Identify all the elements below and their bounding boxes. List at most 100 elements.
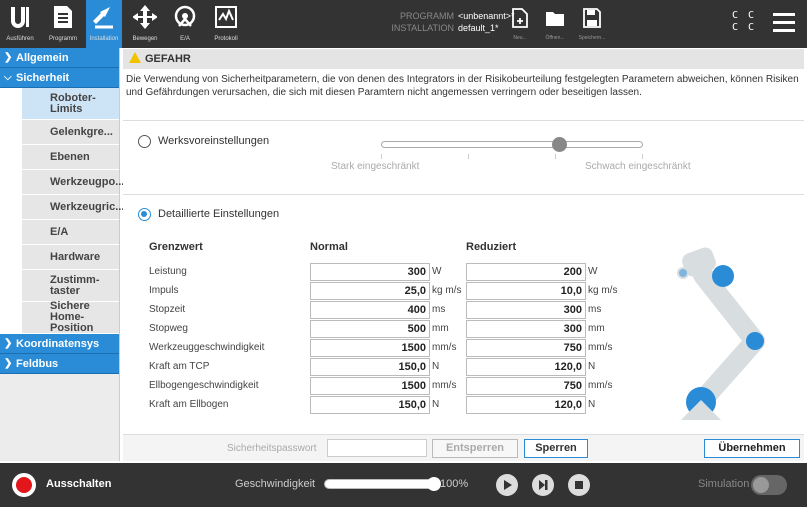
tab-run-label: Ausführen [6, 36, 34, 42]
normal-value-field[interactable]: 300 [310, 263, 430, 281]
sidebar: ❯ Allgemein ⌵ Sicherheit Roboter- Limits G… [0, 48, 124, 461]
power-off-button[interactable] [12, 473, 36, 497]
normal-value-field[interactable]: 1500 [310, 339, 430, 357]
tool-move[interactable]: Bewegen [128, 0, 162, 48]
sidebar-item-enabling-device[interactable]: Zustimm- taster [0, 270, 119, 302]
new-file-icon [512, 8, 528, 28]
tab-installation-label: Installation [89, 36, 119, 42]
sidebar-item-tool-direction[interactable]: Werkzeugric... [0, 195, 124, 220]
tool-io[interactable]: E/A [168, 0, 202, 48]
installation-name: default_1* [458, 23, 499, 33]
limit-label: Stopzeit [149, 304, 186, 315]
chevron-right-icon: ❯ [4, 338, 13, 349]
play-button[interactable] [496, 474, 518, 496]
slider-tick [642, 154, 643, 159]
tab-program-label: Programm [48, 36, 77, 42]
sidebar-item-label: Roboter- Limits [50, 91, 96, 115]
slider-tick [468, 154, 469, 159]
reduced-value-field[interactable]: 10,0 [466, 282, 586, 300]
factory-presets-radio[interactable] [138, 135, 151, 148]
open-button[interactable]: Öffnen... [535, 4, 575, 44]
normal-value-field[interactable]: 25,0 [310, 282, 430, 300]
apply-button[interactable]: Übernehmen [704, 439, 800, 458]
cc-line-1: C C [732, 10, 757, 21]
stop-button[interactable] [568, 474, 590, 496]
cc-line-2: C C [732, 22, 757, 33]
simulation-toggle[interactable] [751, 475, 787, 495]
open-folder-icon [546, 12, 564, 26]
warning-header: GEFAHR [123, 49, 804, 69]
sidebar-section-safety[interactable]: ⌵ Sicherheit [0, 68, 119, 88]
reduced-value-field[interactable]: 300 [466, 301, 586, 319]
normal-unit: N [432, 399, 440, 410]
column-header-limit: Grenzwert [149, 241, 203, 253]
normal-unit: mm/s [432, 380, 457, 391]
save-label: Speichern... [578, 35, 606, 41]
sidebar-item-io[interactable]: E/A [0, 220, 119, 245]
tool-io-label: E/A [180, 36, 190, 42]
reduced-value-field[interactable]: 300 [466, 320, 586, 338]
normal-value-field[interactable]: 150,0 [310, 396, 430, 414]
reduced-unit: W [588, 266, 598, 277]
tab-installation[interactable]: Installation [86, 0, 122, 48]
sidebar-item-label: Sichere Home-Position [50, 300, 94, 334]
sidebar-item-label: Werkzeugric... [50, 200, 125, 213]
sidebar-item-label: Hardware [50, 250, 101, 263]
reduced-value-field[interactable]: 750 [466, 377, 586, 395]
limit-label: Ellbogengeschwindigkeit [149, 380, 259, 391]
limit-label: Impuls [149, 285, 179, 296]
reduced-value-field[interactable]: 200 [466, 263, 586, 281]
reduced-unit: mm/s [588, 380, 613, 391]
control-mode-indicator: C C C C [732, 10, 756, 34]
safety-password-input[interactable] [327, 439, 427, 457]
sidebar-item-safe-home[interactable]: Sichere Home-Position [0, 300, 119, 334]
action-row: Sicherheitspasswort Entsperren Sperren Ü… [123, 434, 804, 461]
sidebar-item-hardware[interactable]: Hardware [0, 245, 119, 270]
restriction-slider-track[interactable] [381, 141, 643, 148]
speed-value: 100% [440, 478, 469, 490]
slider-min-label: Stark eingeschränkt [331, 161, 420, 172]
sidebar-item-planes[interactable]: Ebenen [0, 145, 119, 170]
step-button[interactable] [532, 474, 554, 496]
reduced-value-field[interactable]: 750 [466, 339, 586, 357]
reduced-value-field[interactable]: 120,0 [466, 396, 586, 414]
detailed-settings-label: Detaillierte Einstellungen [158, 208, 280, 220]
normal-value-field[interactable]: 1500 [310, 377, 430, 395]
reduced-value-field[interactable]: 120,0 [466, 358, 586, 376]
io-icon [174, 5, 196, 27]
unlock-button[interactable]: Entsperren [432, 439, 518, 458]
normal-value-field[interactable]: 150,0 [310, 358, 430, 376]
sidebar-section-coordinate-systems[interactable]: ❯ Koordinatensys [0, 334, 119, 354]
normal-value-field[interactable]: 400 [310, 301, 430, 319]
lock-button[interactable]: Sperren [524, 439, 588, 458]
tool-log[interactable]: Protokoll [206, 0, 246, 48]
speed-slider-handle[interactable] [427, 477, 441, 491]
limit-label: Stopweg [149, 323, 188, 334]
sidebar-item-label: E/A [50, 225, 69, 238]
sidebar-section-general[interactable]: ❯ Allgemein [0, 48, 119, 68]
detailed-settings-radio[interactable] [138, 208, 151, 221]
save-button[interactable]: Speichern... [572, 4, 612, 44]
tab-run[interactable]: Ausführen [0, 0, 40, 48]
sidebar-item-tool-position[interactable]: Werkzeugpo... [0, 170, 124, 195]
factory-presets-panel: Werksvoreinstellungen Stark eingeschränk… [123, 120, 804, 190]
speed-slider-fill [325, 480, 433, 488]
tab-program[interactable]: Programm [40, 0, 86, 48]
sidebar-item-joint-limits[interactable]: Gelenkgre... [0, 120, 119, 145]
sidebar-item-label: Ebenen [50, 150, 90, 163]
hamburger-menu-icon[interactable] [773, 13, 795, 33]
robot-arm-illustration [677, 247, 765, 420]
normal-unit: N [432, 361, 440, 372]
reduced-unit: mm [588, 323, 605, 334]
normal-unit: mm [432, 323, 449, 334]
warning-icon [129, 52, 141, 63]
sidebar-item-robot-limits[interactable]: Roboter- Limits [0, 88, 119, 120]
sidebar-item-label: Gelenkgre... [50, 125, 113, 138]
sidebar-section-fieldbus[interactable]: ❯ Feldbus [0, 354, 119, 374]
speed-label: Geschwindigkeit [235, 478, 316, 490]
program-key: PROGRAMM [400, 11, 454, 21]
normal-value-field[interactable]: 500 [310, 320, 430, 338]
speed-slider[interactable] [324, 477, 441, 491]
new-button[interactable]: Neu... [500, 4, 540, 44]
restriction-slider-handle[interactable] [552, 137, 568, 152]
